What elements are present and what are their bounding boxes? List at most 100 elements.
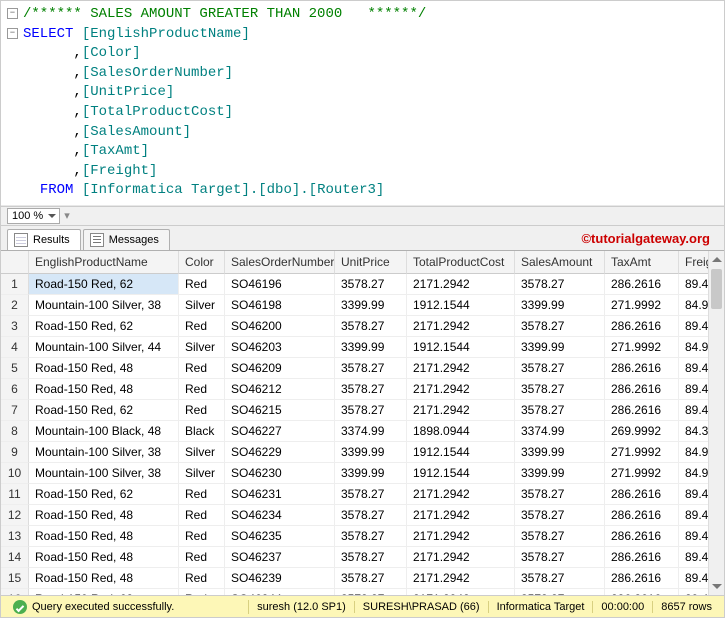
table-cell[interactable]: Road-150 Red, 48	[29, 505, 179, 526]
table-cell[interactable]: SO46200	[225, 316, 335, 337]
table-cell[interactable]: 2171.2942	[407, 358, 515, 379]
table-cell[interactable]: 286.2616	[605, 505, 679, 526]
table-cell[interactable]: Red	[179, 358, 225, 379]
table-cell[interactable]: SO46235	[225, 526, 335, 547]
table-cell[interactable]: 3578.27	[335, 526, 407, 547]
table-cell[interactable]: 3578.27	[335, 316, 407, 337]
table-cell[interactable]: Silver	[179, 295, 225, 316]
column-header[interactable]: TaxAmt	[605, 251, 679, 274]
table-cell[interactable]: Red	[179, 379, 225, 400]
table-cell[interactable]: Silver	[179, 337, 225, 358]
table-cell[interactable]: Road-150 Red, 62	[29, 316, 179, 337]
table-cell[interactable]: Silver	[179, 442, 225, 463]
table-cell[interactable]: 269.9992	[605, 421, 679, 442]
table-cell[interactable]: 3399.99	[515, 295, 605, 316]
table-cell[interactable]: Road-150 Red, 48	[29, 568, 179, 589]
table-cell[interactable]: Road-150 Red, 62	[29, 589, 179, 595]
scroll-thumb[interactable]	[711, 269, 722, 309]
table-cell[interactable]: 1912.1544	[407, 463, 515, 484]
table-cell[interactable]: Mountain-100 Silver, 38	[29, 463, 179, 484]
column-header[interactable]: SalesOrderNumber	[225, 251, 335, 274]
row-number[interactable]: 10	[1, 463, 29, 484]
row-number[interactable]: 4	[1, 337, 29, 358]
table-cell[interactable]: 3578.27	[335, 505, 407, 526]
table-cell[interactable]: 271.9992	[605, 295, 679, 316]
table-cell[interactable]: 3578.27	[335, 547, 407, 568]
table-cell[interactable]: 3578.27	[515, 547, 605, 568]
column-header[interactable]: UnitPrice	[335, 251, 407, 274]
row-number[interactable]: 13	[1, 526, 29, 547]
table-cell[interactable]: Mountain-100 Silver, 38	[29, 442, 179, 463]
column-header[interactable]: TotalProductCost	[407, 251, 515, 274]
results-grid[interactable]: EnglishProductNameColorSalesOrderNumberU…	[1, 251, 724, 595]
row-number[interactable]: 14	[1, 547, 29, 568]
table-cell[interactable]: SO46237	[225, 547, 335, 568]
table-cell[interactable]: 3399.99	[515, 337, 605, 358]
table-cell[interactable]: Red	[179, 274, 225, 295]
column-header[interactable]: SalesAmount	[515, 251, 605, 274]
table-cell[interactable]: Red	[179, 547, 225, 568]
table-cell[interactable]: 286.2616	[605, 274, 679, 295]
table-cell[interactable]: Mountain-100 Black, 48	[29, 421, 179, 442]
table-cell[interactable]: Road-150 Red, 62	[29, 484, 179, 505]
table-cell[interactable]: 3578.27	[335, 484, 407, 505]
table-cell[interactable]: 1912.1544	[407, 442, 515, 463]
table-cell[interactable]: 3578.27	[335, 400, 407, 421]
row-number[interactable]: 6	[1, 379, 29, 400]
fold-icon[interactable]: −	[7, 28, 18, 39]
table-cell[interactable]: 286.2616	[605, 358, 679, 379]
table-cell[interactable]: SO46234	[225, 505, 335, 526]
tab-messages[interactable]: Messages	[83, 229, 170, 250]
table-cell[interactable]: 3399.99	[335, 463, 407, 484]
table-cell[interactable]: 271.9992	[605, 463, 679, 484]
table-cell[interactable]: 3399.99	[335, 442, 407, 463]
table-cell[interactable]: Red	[179, 568, 225, 589]
table-cell[interactable]: Silver	[179, 463, 225, 484]
row-number[interactable]: 15	[1, 568, 29, 589]
table-cell[interactable]: Red	[179, 526, 225, 547]
table-cell[interactable]: 2171.2942	[407, 484, 515, 505]
table-cell[interactable]: 271.9992	[605, 442, 679, 463]
row-number[interactable]: 12	[1, 505, 29, 526]
table-cell[interactable]: 1912.1544	[407, 337, 515, 358]
scroll-down-icon[interactable]	[709, 579, 724, 595]
table-cell[interactable]: 271.9992	[605, 337, 679, 358]
table-cell[interactable]: 2171.2942	[407, 526, 515, 547]
table-cell[interactable]: 3399.99	[335, 337, 407, 358]
zoom-dropdown[interactable]: 100 %	[7, 208, 60, 224]
row-number[interactable]: 1	[1, 274, 29, 295]
table-cell[interactable]: Red	[179, 400, 225, 421]
table-cell[interactable]: 3578.27	[515, 358, 605, 379]
table-cell[interactable]: Road-150 Red, 48	[29, 379, 179, 400]
table-cell[interactable]: SO46203	[225, 337, 335, 358]
table-cell[interactable]: 2171.2942	[407, 379, 515, 400]
table-cell[interactable]: Red	[179, 484, 225, 505]
row-number[interactable]: 2	[1, 295, 29, 316]
table-cell[interactable]: 2171.2942	[407, 568, 515, 589]
table-cell[interactable]: 1912.1544	[407, 295, 515, 316]
table-cell[interactable]: 2171.2942	[407, 274, 515, 295]
table-cell[interactable]: 286.2616	[605, 526, 679, 547]
table-cell[interactable]: 286.2616	[605, 568, 679, 589]
table-cell[interactable]: 1898.0944	[407, 421, 515, 442]
table-cell[interactable]: 3578.27	[515, 274, 605, 295]
table-cell[interactable]: 286.2616	[605, 589, 679, 595]
column-header[interactable]: Color	[179, 251, 225, 274]
table-cell[interactable]: 3578.27	[335, 358, 407, 379]
table-cell[interactable]: 286.2616	[605, 547, 679, 568]
row-number[interactable]: 5	[1, 358, 29, 379]
table-cell[interactable]: Red	[179, 589, 225, 595]
scroll-up-icon[interactable]	[709, 251, 724, 267]
row-number[interactable]: 16	[1, 589, 29, 595]
table-cell[interactable]: SO46227	[225, 421, 335, 442]
table-cell[interactable]: 3578.27	[515, 568, 605, 589]
table-cell[interactable]: SO46215	[225, 400, 335, 421]
row-number[interactable]: 8	[1, 421, 29, 442]
table-cell[interactable]: 286.2616	[605, 316, 679, 337]
fold-icon[interactable]: −	[7, 8, 18, 19]
table-cell[interactable]: 2171.2942	[407, 505, 515, 526]
table-cell[interactable]: SO46229	[225, 442, 335, 463]
table-cell[interactable]: SO46198	[225, 295, 335, 316]
table-cell[interactable]: SO46244	[225, 589, 335, 595]
table-cell[interactable]: SO46212	[225, 379, 335, 400]
